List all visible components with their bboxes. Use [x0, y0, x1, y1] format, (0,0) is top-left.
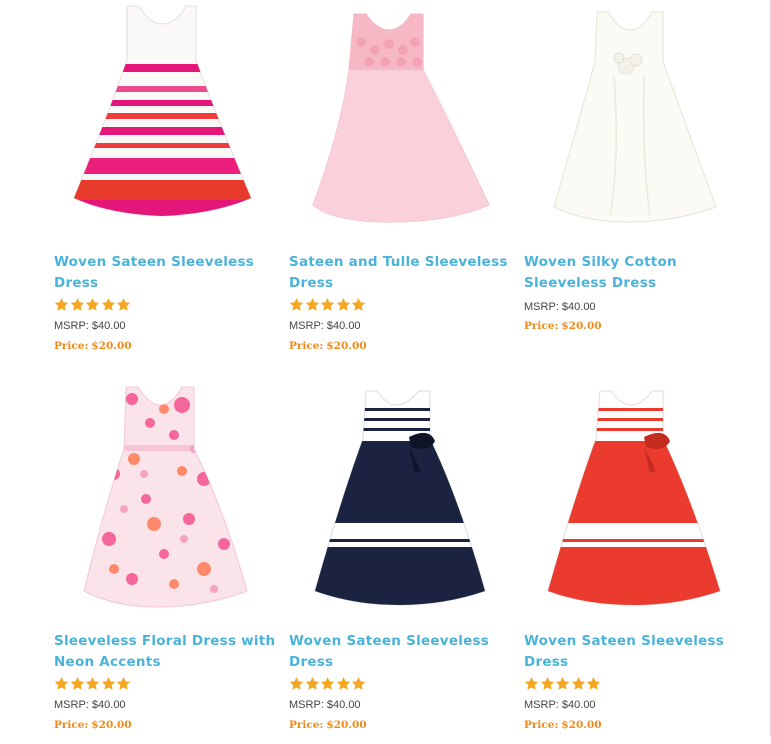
star-icon [320, 676, 335, 690]
price: Price: $20.00 [524, 320, 724, 332]
msrp-label: MSRP: [289, 699, 324, 711]
product-image[interactable] [289, 0, 514, 240]
msrp-label: MSRP: [524, 301, 559, 313]
star-icon [54, 297, 69, 311]
star-icon [101, 297, 115, 311]
price-value: $20.00 [561, 719, 602, 731]
price-value: $20.00 [561, 320, 602, 332]
star-icon [586, 676, 601, 690]
star-icon [70, 676, 84, 690]
star-icon [540, 676, 554, 690]
price-label: Price: [54, 340, 89, 352]
star-icon [336, 676, 350, 690]
product-title[interactable]: Sleeveless Floral Dress with Neon Accent… [54, 631, 276, 673]
price-label: Price: [289, 719, 324, 731]
star-icon [571, 676, 585, 690]
price-label: Price: [524, 320, 559, 332]
msrp: MSRP: $40.00 [524, 301, 724, 313]
price: Price: $20.00 [54, 719, 254, 731]
msrp: MSRP: $40.00 [289, 320, 489, 332]
rating-stars [524, 676, 604, 692]
star-icon [305, 297, 319, 311]
price-label: Price: [54, 719, 89, 731]
msrp-value: $40.00 [561, 301, 596, 313]
product-title[interactable]: Woven Sateen Sleeveless Dress [54, 252, 276, 294]
price: Price: $20.00 [289, 719, 489, 731]
star-icon [289, 297, 304, 311]
product-title[interactable]: Woven Silky Cotton Sleeveless Dress [524, 252, 746, 294]
product-image[interactable] [524, 379, 749, 619]
star-icon [305, 676, 319, 690]
star-icon [351, 297, 366, 311]
msrp-label: MSRP: [54, 699, 89, 711]
price-value: $20.00 [326, 340, 367, 352]
msrp-label: MSRP: [54, 320, 89, 332]
star-icon [524, 676, 539, 690]
msrp-value: $40.00 [561, 699, 596, 711]
product-image[interactable] [524, 0, 749, 240]
msrp: MSRP: $40.00 [524, 699, 724, 711]
star-icon [555, 676, 570, 690]
msrp-value: $40.00 [91, 320, 126, 332]
star-icon [101, 676, 115, 690]
product-image[interactable] [54, 0, 279, 240]
product-card: Sateen and Tulle Sleeveless Dress MSRP: … [289, 0, 514, 365]
product-title[interactable]: Sateen and Tulle Sleeveless Dress [289, 252, 511, 294]
star-icon [351, 676, 366, 690]
star-icon [70, 297, 84, 311]
star-icon [116, 676, 131, 690]
star-icon [54, 676, 69, 690]
price-label: Price: [289, 340, 324, 352]
product-card: Sleeveless Floral Dress with Neon Accent… [54, 379, 279, 744]
product-card: Woven Sateen Sleeveless Dress MSRP: $40.… [54, 0, 279, 365]
price-value: $20.00 [326, 719, 367, 731]
msrp-label: MSRP: [289, 320, 324, 332]
star-icon [85, 676, 100, 690]
product-image[interactable] [289, 379, 514, 619]
rating-stars [54, 297, 134, 313]
price: Price: $20.00 [54, 340, 254, 352]
price: Price: $20.00 [289, 340, 489, 352]
product-card: Woven Silky Cotton Sleeveless Dress MSRP… [524, 0, 749, 365]
product-grid: Woven Sateen Sleeveless Dress MSRP: $40.… [0, 0, 771, 736]
msrp-value: $40.00 [326, 320, 361, 332]
rating-stars [54, 676, 134, 692]
msrp-label: MSRP: [524, 699, 559, 711]
star-icon [320, 297, 335, 311]
rating-stars [289, 297, 369, 313]
product-card: Woven Sateen Sleeveless Dress MSRP: $40.… [524, 379, 749, 744]
price: Price: $20.00 [524, 719, 724, 731]
msrp: MSRP: $40.00 [54, 320, 254, 332]
product-card: Woven Sateen Sleeveless Dress MSRP: $40.… [289, 379, 514, 744]
rating-stars [289, 676, 369, 692]
price-value: $20.00 [91, 719, 132, 731]
product-title[interactable]: Woven Sateen Sleeveless Dress [524, 631, 746, 673]
msrp-value: $40.00 [91, 699, 126, 711]
product-title[interactable]: Woven Sateen Sleeveless Dress [289, 631, 511, 673]
star-icon [85, 297, 100, 311]
msrp: MSRP: $40.00 [289, 699, 489, 711]
star-icon [116, 297, 131, 311]
star-icon [336, 297, 350, 311]
product-image[interactable] [54, 379, 279, 619]
price-label: Price: [524, 719, 559, 731]
msrp: MSRP: $40.00 [54, 699, 254, 711]
msrp-value: $40.00 [326, 699, 361, 711]
star-icon [289, 676, 304, 690]
price-value: $20.00 [91, 340, 132, 352]
